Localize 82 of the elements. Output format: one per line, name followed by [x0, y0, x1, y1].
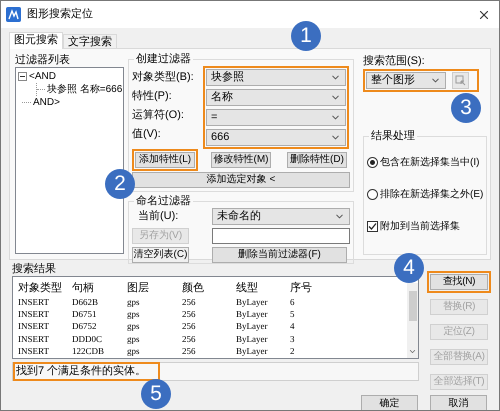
table-cell-text: gps: [127, 298, 141, 307]
table-cell-text: INSERT: [18, 322, 50, 332]
results-list[interactable]: 对象类型 句柄 图层 颜色 线型 序号 INSERT D662B gps 256 ByLayer 6 INSERT D6751 gps 256 ByLayer 5 INSERT D6752 gps 256 ByLayer 4 INSERT DDD0C gps 256 ByLayer 3 INSERT 122CDB gps 256 ByLayer 2: [12, 276, 419, 359]
column-header[interactable]: 图层: [127, 280, 182, 296]
table-cell-text: 256: [182, 298, 196, 307]
table-cell-text: 256: [182, 347, 196, 356]
tab[interactable]: 文字搜索: [63, 34, 117, 48]
name-field[interactable]: [212, 228, 350, 244]
column-header[interactable]: 对象类型: [18, 280, 72, 296]
table-cell-text: 2: [290, 347, 296, 356]
table-cell-text: 256: [182, 322, 196, 332]
column-header[interactable]: 颜色: [182, 280, 236, 296]
radio-label: 排除在新选择集之外(E): [380, 188, 484, 202]
table-cell-text: INSERT: [18, 298, 50, 307]
tab[interactable]: 图元搜索: [9, 32, 63, 49]
button[interactable]: 删除特性(D): [287, 152, 347, 168]
scroll-down-icon[interactable]: [408, 347, 417, 356]
button[interactable]: 修改特性(M): [211, 152, 271, 168]
search-range-label: 搜索范围(S):: [363, 54, 426, 68]
table-cell-text: 256: [182, 334, 196, 344]
button[interactable]: 添加选定对象 <: [132, 172, 350, 188]
table-cell-text: D6751: [72, 310, 98, 320]
button[interactable]: 取消: [430, 395, 487, 410]
table-cell-text: ByLayer: [236, 298, 268, 307]
table-cell-text: D6752: [72, 322, 98, 332]
scrollbar[interactable]: [407, 283, 418, 358]
status-text: 找到7 个满足条件的实体。: [16, 365, 146, 378]
table-cell-text: ByLayer: [236, 347, 268, 356]
tree-item[interactable]: 块参照 名称=666: [47, 82, 122, 97]
checkbox[interactable]: [367, 220, 378, 232]
table-cell-text: 5: [290, 310, 296, 320]
table-cell-text: 122CDB: [72, 347, 106, 356]
table-cell-text: INSERT: [18, 347, 50, 356]
table-cell-text: INSERT: [18, 334, 50, 344]
table-cell-text: 256: [182, 310, 196, 320]
group-title: 结果处理: [370, 129, 416, 144]
column-header[interactable]: 序号: [290, 280, 330, 296]
callout-badge: 5: [141, 379, 171, 409]
tree-item[interactable]: AND>: [33, 95, 60, 110]
dropdown[interactable]: 块参照: [206, 69, 346, 86]
field-label: 特性(P):: [132, 89, 173, 104]
table-cell-text: D662B: [72, 298, 100, 307]
column-header[interactable]: 句柄: [72, 280, 127, 296]
table-cell-text: gps: [127, 322, 141, 332]
checkbox-label: 附加到当前选择集: [380, 220, 460, 234]
dropdown[interactable]: 未命名的: [212, 208, 350, 225]
field-label: 对象类型(B):: [132, 70, 195, 85]
table-cell-text: 4: [290, 322, 296, 332]
field-label: 运算符(O):: [132, 108, 185, 123]
collapse-icon[interactable]: [18, 72, 27, 81]
window-title: 图形搜索定位: [27, 6, 93, 22]
app-icon: [6, 7, 21, 22]
table-cell-text: DDD0C: [72, 334, 104, 344]
button[interactable]: 清空列表(C): [132, 247, 189, 263]
table-cell-text: gps: [127, 334, 141, 344]
dropdown[interactable]: 整个图形: [366, 72, 446, 89]
table-cell-text: 3: [290, 334, 296, 344]
table-cell-text: gps: [127, 310, 141, 320]
button[interactable]: 查找(N): [430, 274, 488, 290]
button[interactable]: 添加特性(L): [135, 152, 195, 168]
dropdown[interactable]: 名称: [206, 89, 346, 106]
button[interactable]: 确定: [361, 395, 418, 410]
radio-button[interactable]: [367, 188, 378, 200]
column-header[interactable]: 线型: [236, 280, 290, 296]
group-title: 创建过滤器: [135, 52, 192, 66]
dropdown[interactable]: 666: [206, 129, 346, 146]
radio-label: 包含在新选择集当中(I): [380, 156, 480, 170]
table-cell-text: ByLayer: [236, 310, 268, 320]
filter-list-label: 过滤器列表: [15, 53, 71, 67]
table-cell-text: gps: [127, 347, 141, 356]
tree-item[interactable]: <AND: [29, 69, 56, 84]
field-label: 当前(U):: [137, 209, 180, 224]
table-cell-text: ByLayer: [236, 322, 268, 332]
radio-button[interactable]: [367, 156, 378, 168]
table-cell-text: ByLayer: [236, 334, 268, 344]
field-label: 值(V):: [132, 127, 162, 142]
button[interactable]: 删除当前过滤器(F): [212, 247, 347, 263]
group-title: 命名过滤器: [135, 194, 192, 208]
table-cell-text: INSERT: [18, 310, 50, 320]
table-cell-text: 6: [290, 298, 296, 307]
dropdown[interactable]: =: [206, 109, 346, 126]
results-label: 搜索结果: [12, 263, 56, 276]
